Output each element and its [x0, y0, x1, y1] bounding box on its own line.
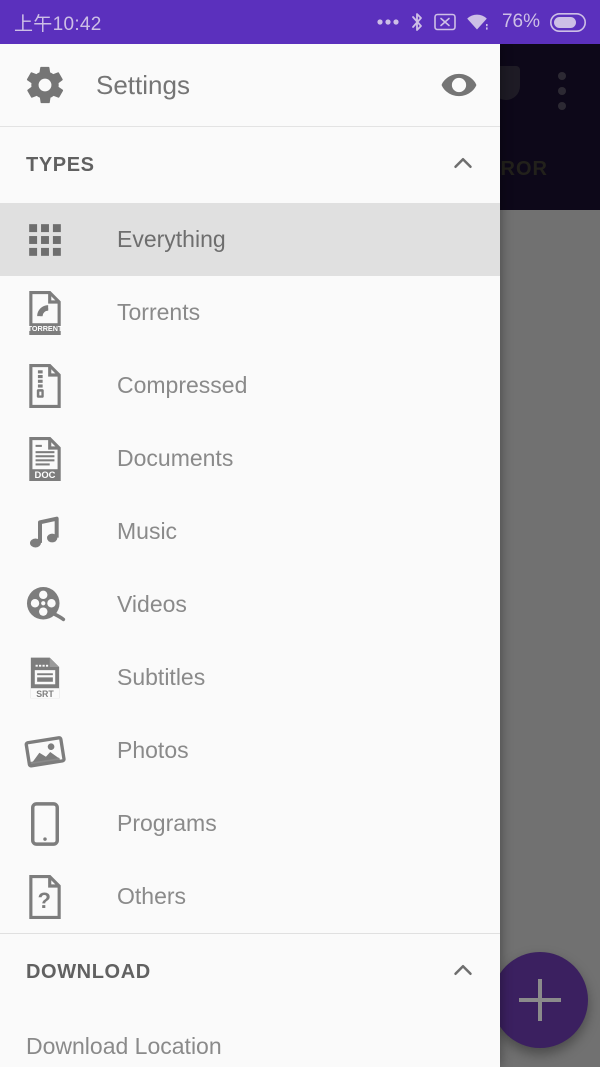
svg-text:TORRENT: TORRENT	[28, 324, 63, 333]
nav-item-photos[interactable]: Photos	[0, 714, 500, 787]
torrent-file-icon: TORRENT	[20, 290, 70, 335]
photos-icon	[20, 731, 70, 771]
nav-item-music[interactable]: Music	[0, 495, 500, 568]
nav-item-label: Photos	[117, 737, 189, 763]
nav-item-label: Programs	[117, 810, 217, 836]
question-file-icon: ?	[20, 874, 70, 919]
doc-file-icon: DOC	[20, 436, 70, 481]
zip-file-icon	[20, 363, 70, 408]
wifi-icon	[467, 14, 488, 30]
page-title: Settings	[96, 69, 190, 100]
plus-icon	[519, 979, 561, 1021]
nav-item-programs[interactable]: Programs	[0, 787, 500, 860]
grid-icon	[20, 221, 70, 259]
nav-item-label: Subtitles	[117, 664, 206, 690]
nav-item-label: Music	[117, 518, 178, 544]
section-header-types[interactable]: TYPES	[0, 127, 500, 203]
gear-icon	[23, 63, 67, 107]
nav-item-label: Documents	[117, 445, 234, 471]
srt-file-icon: SRT	[20, 656, 70, 700]
music-note-icon	[20, 512, 70, 552]
nav-item-label: Videos	[117, 591, 187, 617]
nav-item-label: Compressed	[117, 372, 248, 398]
nav-item-label: Others	[117, 883, 187, 909]
nav-item-label: Download Location	[26, 1033, 222, 1059]
battery-icon	[550, 12, 587, 32]
nav-item-others[interactable]: ? Others	[0, 860, 500, 933]
more-dots-icon	[377, 19, 399, 25]
navigation-drawer: Settings TYPES Everything TORRENT Torren…	[0, 44, 500, 1067]
nav-item-videos[interactable]: Videos	[0, 568, 500, 641]
nav-item-download-location[interactable]: Download Location	[0, 1010, 500, 1067]
chevron-up-icon[interactable]	[448, 148, 478, 183]
svg-text:SRT: SRT	[36, 688, 54, 698]
nav-item-torrents[interactable]: TORRENT Torrents	[0, 276, 500, 349]
no-sim-icon	[434, 13, 456, 31]
nav-item-documents[interactable]: DOC Documents	[0, 422, 500, 495]
section-title: DOWNLOAD	[26, 960, 151, 983]
phone-icon	[20, 801, 70, 846]
nav-item-label: Torrents	[117, 299, 201, 325]
status-time: 上午10:42	[14, 13, 102, 35]
film-reel-icon	[20, 584, 70, 626]
nav-item-compressed[interactable]: Compressed	[0, 349, 500, 422]
app-screen: ERROR 上午10:42	[0, 0, 600, 1067]
nav-item-label: Everything	[117, 226, 226, 252]
nav-item-everything[interactable]: Everything	[0, 203, 500, 276]
drawer-header: Settings	[0, 44, 500, 127]
bluetooth-icon	[412, 13, 422, 31]
section-header-download[interactable]: DOWNLOAD	[0, 934, 500, 1010]
section-title: TYPES	[26, 153, 95, 176]
nav-item-subtitles[interactable]: SRT Subtitles	[0, 641, 500, 714]
chevron-up-icon[interactable]	[448, 955, 478, 990]
status-icons: 76%	[376, 11, 587, 33]
battery-percent: 76%	[501, 11, 540, 32]
eye-icon[interactable]	[440, 66, 478, 104]
svg-text:DOC: DOC	[35, 468, 56, 479]
add-button[interactable]	[492, 952, 588, 1048]
svg-text:?: ?	[37, 888, 50, 913]
status-bar: 上午10:42 76%	[0, 0, 600, 44]
